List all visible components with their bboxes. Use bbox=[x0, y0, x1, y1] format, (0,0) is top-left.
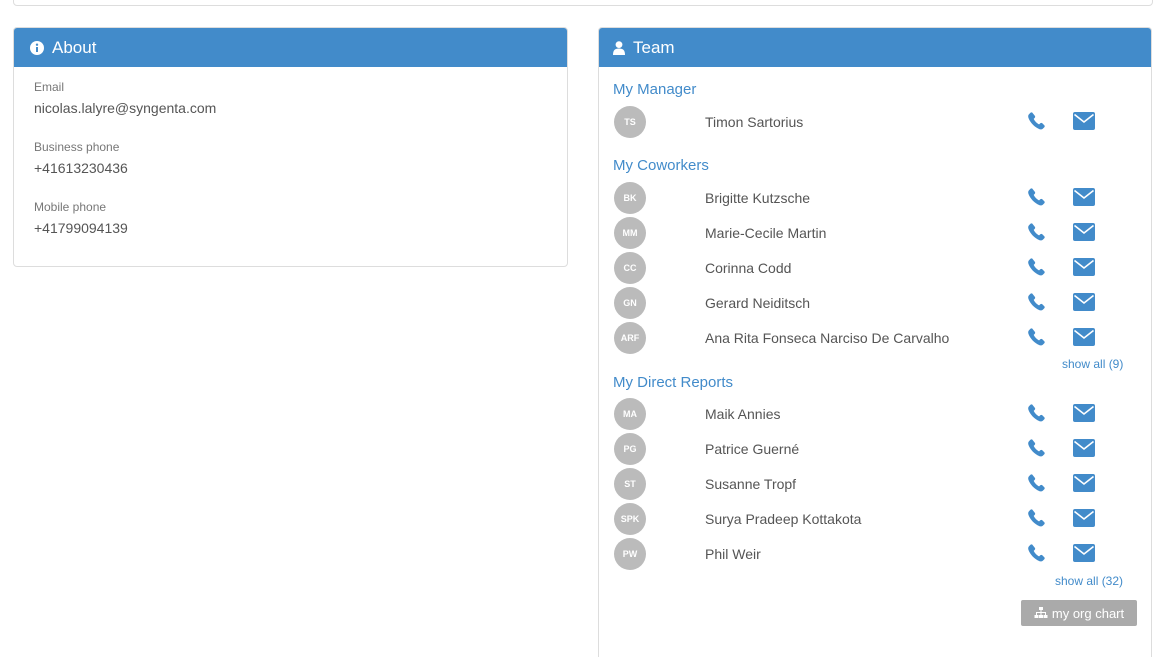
envelope-icon[interactable] bbox=[1073, 404, 1095, 422]
direct-reports-show-all-link[interactable]: show all (32) bbox=[1055, 574, 1123, 588]
direct-report-row: PG Patrice Guerné bbox=[613, 432, 1133, 466]
phone-icon[interactable] bbox=[1027, 111, 1047, 131]
person-name[interactable]: Marie-Cecile Martin bbox=[705, 225, 826, 241]
person-name[interactable]: Corinna Codd bbox=[705, 260, 791, 276]
envelope-icon[interactable] bbox=[1073, 544, 1095, 562]
phone-icon[interactable] bbox=[1027, 473, 1047, 493]
coworkers-show-all-link[interactable]: show all (9) bbox=[1062, 357, 1123, 371]
phone-icon[interactable] bbox=[1027, 438, 1047, 458]
coworkers-section-title: My Coworkers bbox=[613, 157, 709, 174]
envelope-icon[interactable] bbox=[1073, 188, 1095, 206]
phone-icon[interactable] bbox=[1027, 508, 1047, 528]
avatar: SPK bbox=[614, 503, 646, 535]
mobile-phone-field: Mobile phone +41799094139 bbox=[34, 200, 128, 236]
avatar: BK bbox=[614, 182, 646, 214]
envelope-icon[interactable] bbox=[1073, 223, 1095, 241]
phone-icon[interactable] bbox=[1027, 292, 1047, 312]
coworker-row: BK Brigitte Kutzsche bbox=[613, 181, 1133, 215]
email-value[interactable]: nicolas.lalyre@syngenta.com bbox=[34, 100, 216, 116]
business-phone-field: Business phone +41613230436 bbox=[34, 140, 128, 176]
manager-row: TS Timon Sartorius bbox=[613, 105, 1133, 139]
envelope-icon[interactable] bbox=[1073, 258, 1095, 276]
person-name[interactable]: Phil Weir bbox=[705, 546, 761, 562]
top-panel-edge bbox=[13, 0, 1153, 6]
about-panel: About Email nicolas.lalyre@syngenta.com … bbox=[13, 27, 568, 267]
team-panel-heading: Team bbox=[599, 28, 1151, 67]
person-name[interactable]: Surya Pradeep Kottakota bbox=[705, 511, 861, 527]
mobile-phone-label: Mobile phone bbox=[34, 200, 107, 214]
person-name[interactable]: Gerard Neiditsch bbox=[705, 295, 810, 311]
envelope-icon[interactable] bbox=[1073, 328, 1095, 346]
phone-icon[interactable] bbox=[1027, 257, 1047, 277]
team-title: Team bbox=[633, 37, 675, 57]
direct-report-row: PW Phil Weir bbox=[613, 537, 1133, 571]
business-phone-label: Business phone bbox=[34, 140, 120, 154]
sitemap-icon bbox=[1034, 607, 1052, 619]
avatar: GN bbox=[614, 287, 646, 319]
envelope-icon[interactable] bbox=[1073, 112, 1095, 130]
envelope-icon[interactable] bbox=[1073, 439, 1095, 457]
direct-report-row: MA Maik Annies bbox=[613, 397, 1133, 431]
person-name[interactable]: Ana Rita Fonseca Narciso De Carvalho bbox=[705, 330, 949, 346]
mobile-phone-value[interactable]: +41799094139 bbox=[34, 220, 128, 236]
avatar: CC bbox=[614, 252, 646, 284]
person-name[interactable]: Maik Annies bbox=[705, 406, 780, 422]
info-circle-icon bbox=[30, 40, 44, 55]
envelope-icon[interactable] bbox=[1073, 509, 1095, 527]
avatar: PG bbox=[614, 433, 646, 465]
person-name[interactable]: Brigitte Kutzsche bbox=[705, 190, 810, 206]
about-title: About bbox=[52, 37, 97, 57]
person-name[interactable]: Patrice Guerné bbox=[705, 441, 799, 457]
direct-report-row: ST Susanne Tropf bbox=[613, 467, 1133, 501]
person-name[interactable]: Timon Sartorius bbox=[705, 114, 803, 130]
coworker-row: GN Gerard Neiditsch bbox=[613, 286, 1133, 320]
person-name[interactable]: Susanne Tropf bbox=[705, 476, 796, 492]
phone-icon[interactable] bbox=[1027, 327, 1047, 347]
org-chart-button[interactable]: my org chart bbox=[1021, 600, 1137, 626]
coworker-row: CC Corinna Codd bbox=[613, 251, 1133, 285]
team-panel: Team My Manager TS Timon Sartorius My Co… bbox=[598, 27, 1152, 657]
envelope-icon[interactable] bbox=[1073, 474, 1095, 492]
avatar: MA bbox=[614, 398, 646, 430]
avatar: ARF bbox=[614, 322, 646, 354]
avatar: MM bbox=[614, 217, 646, 249]
avatar: ST bbox=[614, 468, 646, 500]
envelope-icon[interactable] bbox=[1073, 293, 1095, 311]
about-panel-heading: About bbox=[14, 28, 567, 67]
email-field: Email nicolas.lalyre@syngenta.com bbox=[34, 80, 216, 116]
business-phone-value[interactable]: +41613230436 bbox=[34, 160, 128, 176]
direct-reports-section-title: My Direct Reports bbox=[613, 374, 734, 391]
manager-section-title: My Manager bbox=[613, 81, 697, 98]
org-chart-label: my org chart bbox=[1051, 605, 1125, 621]
coworker-row: ARF Ana Rita Fonseca Narciso De Carvalho bbox=[613, 321, 1133, 355]
phone-icon[interactable] bbox=[1027, 222, 1047, 242]
user-icon bbox=[613, 40, 625, 55]
direct-report-row: SPK Surya Pradeep Kottakota bbox=[613, 502, 1133, 536]
avatar: TS bbox=[614, 106, 646, 138]
phone-icon[interactable] bbox=[1027, 403, 1047, 423]
phone-icon[interactable] bbox=[1027, 543, 1047, 563]
coworker-row: MM Marie-Cecile Martin bbox=[613, 216, 1133, 250]
email-label: Email bbox=[34, 80, 65, 94]
phone-icon[interactable] bbox=[1027, 187, 1047, 207]
avatar: PW bbox=[614, 538, 646, 570]
